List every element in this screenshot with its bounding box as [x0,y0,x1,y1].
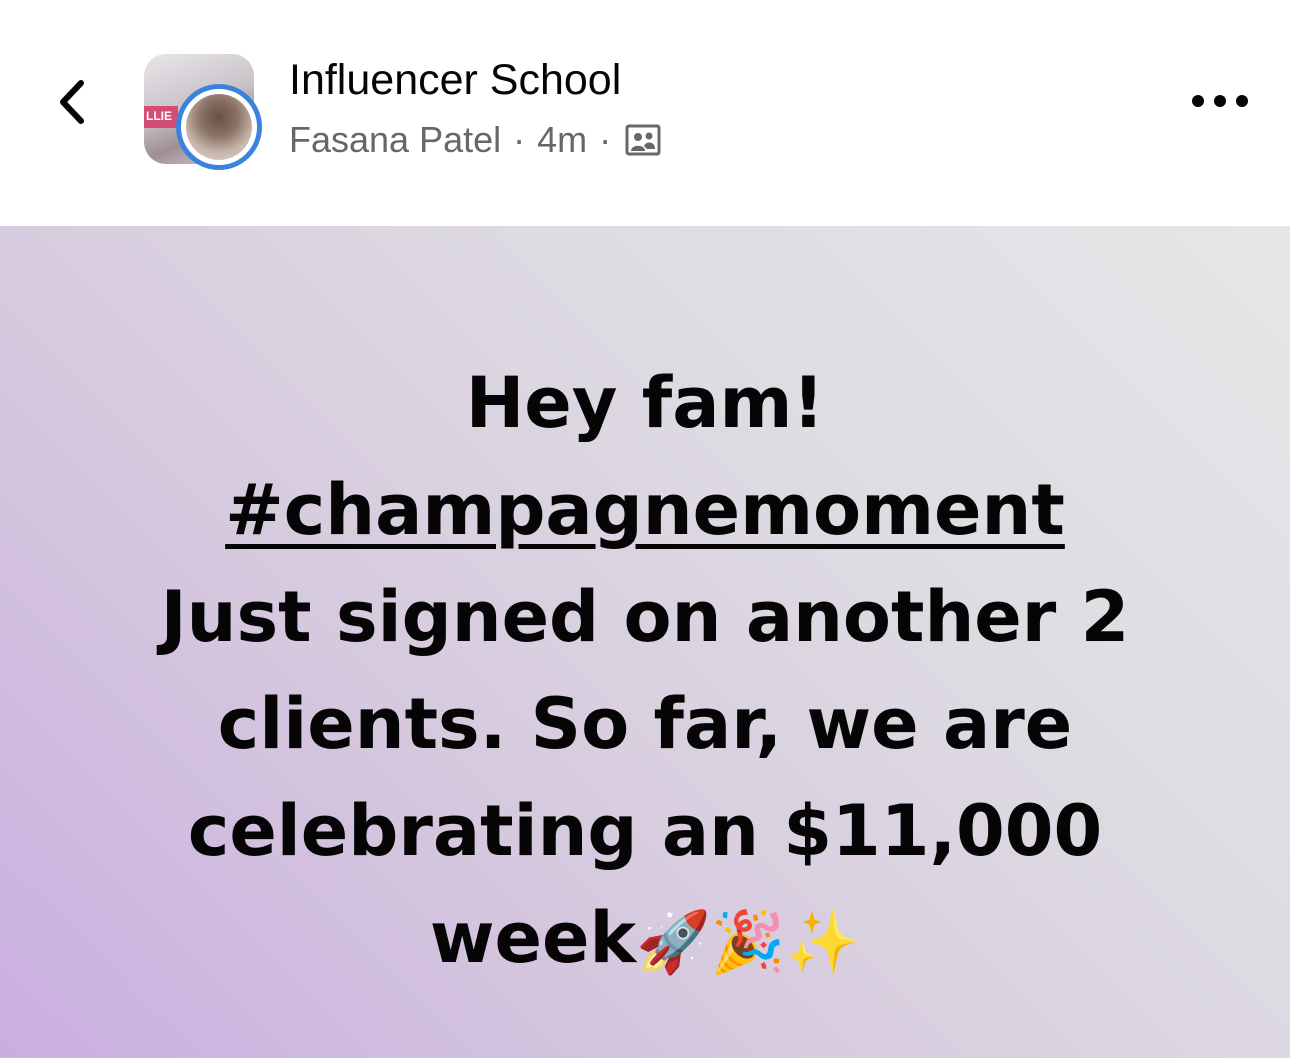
more-horizontal-icon [1192,95,1248,107]
post-time[interactable]: 4m [537,119,587,161]
post-line-text: week [429,897,637,979]
post-line: celebrating an $11,000 [187,790,1103,872]
meta-separator: · [513,119,526,160]
post-line: Just signed on another 2 [160,576,1130,658]
group-avatar[interactable]: LLIE [140,52,272,178]
post-background: Hey fam! #champagnemoment Just signed on… [0,226,1290,1058]
post-line: week🚀🎉✨ [0,885,1290,996]
author-avatar-photo [186,94,252,160]
group-name-link[interactable]: Influencer School [289,56,621,105]
more-options-button[interactable] [1180,76,1260,126]
post-meta: Fasana Patel · 4m · [289,119,661,161]
post-line: #champagnemoment [0,457,1290,564]
post-line: clients. So far, we are [217,683,1073,765]
post-text: Hey fam! #champagnemoment Just signed on… [0,350,1290,996]
chevron-left-icon [60,80,84,124]
post-line: Hey fam! [465,362,825,444]
author-name-link[interactable]: Fasana Patel [289,119,501,161]
group-members-icon [625,124,661,156]
group-photo-label: LLIE [146,109,172,123]
hashtag-link[interactable]: #champagnemoment [225,469,1065,551]
meta-separator: · [599,119,612,160]
celebration-emojis: 🚀🎉✨ [636,907,861,978]
back-button[interactable] [44,72,100,132]
author-avatar[interactable] [176,84,262,170]
post-header: LLIE Influencer School Fasana Patel · 4m… [0,0,1290,226]
